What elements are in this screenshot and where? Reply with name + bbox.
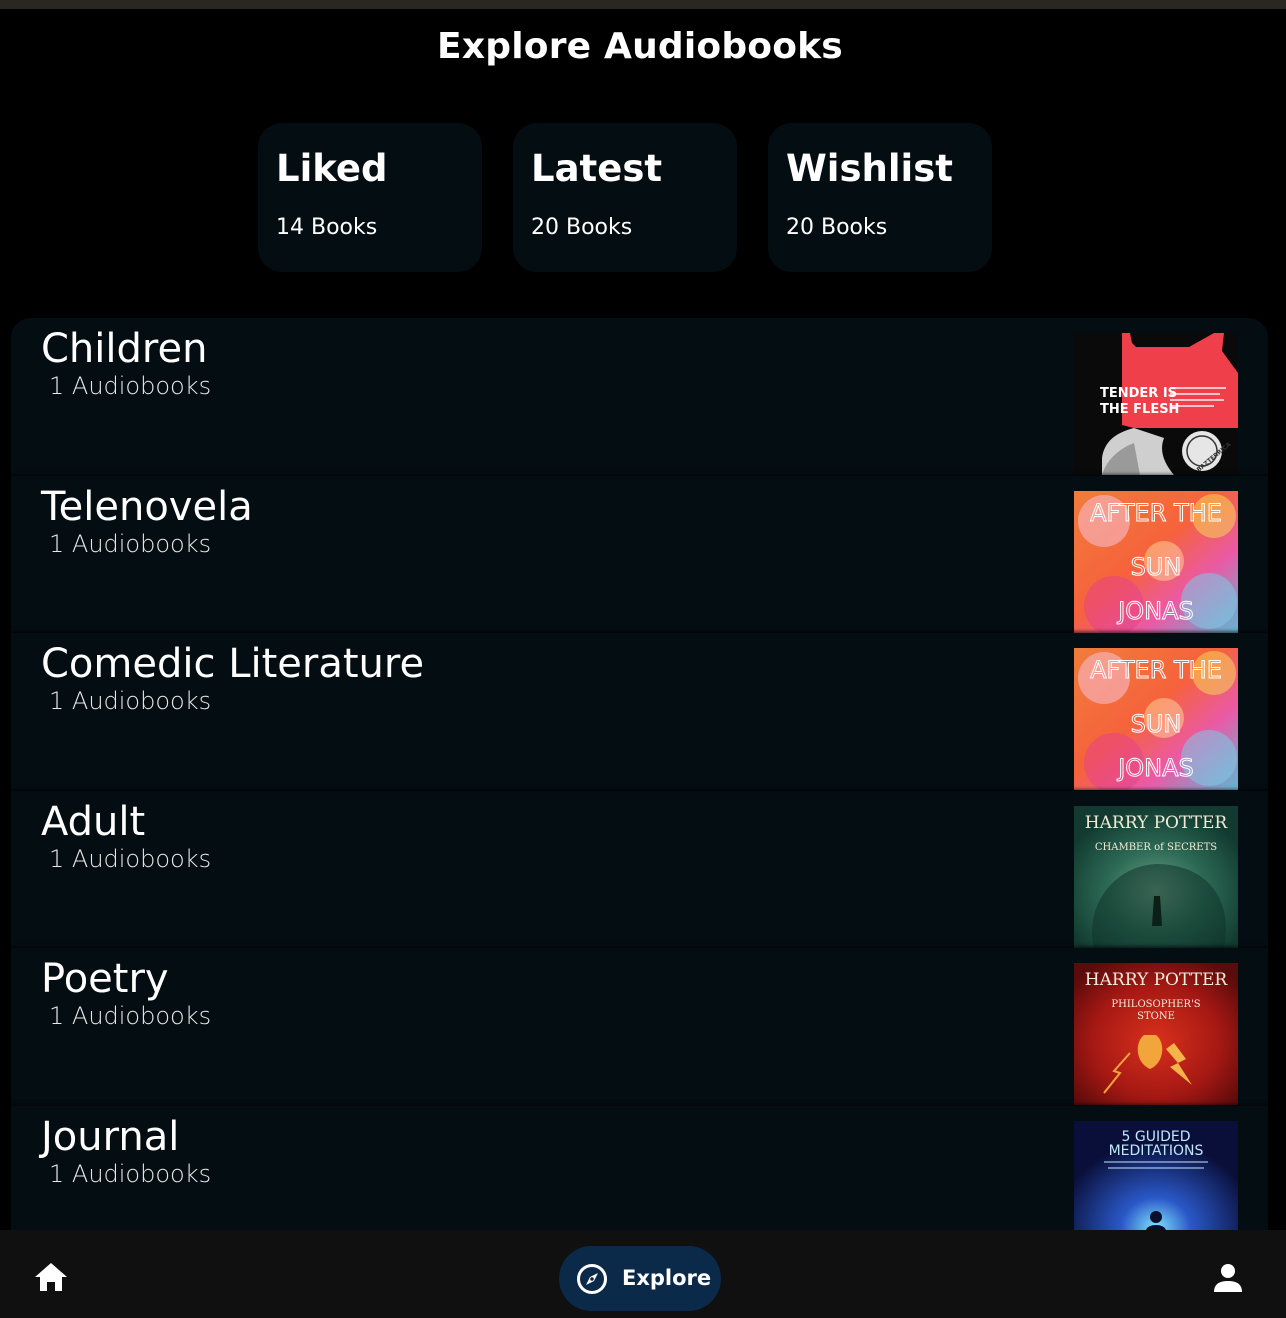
book-cover-image[interactable]: HARRY POTTER CHAMBER of SECRETS bbox=[1074, 806, 1238, 948]
genre-name: Children bbox=[41, 326, 208, 372]
collection-title: Latest bbox=[531, 147, 663, 190]
genre-row-telenovela[interactable]: Telenovela 1 Audiobooks AFTER THE SUN JO… bbox=[11, 476, 1268, 633]
cover-title: MEDITATIONS bbox=[1109, 1143, 1204, 1159]
collection-title: Wishlist bbox=[786, 147, 953, 190]
book-cover-image[interactable]: 5 GUIDED MEDITATIONS bbox=[1074, 1121, 1238, 1230]
cover-title: THE FLESH bbox=[1100, 402, 1179, 417]
genre-count: 1 Audiobooks bbox=[49, 845, 212, 873]
latest-collection-card[interactable]: Latest 20 Books bbox=[513, 123, 737, 272]
cover-title: HARRY POTTER bbox=[1085, 970, 1229, 990]
home-icon[interactable] bbox=[34, 1262, 68, 1292]
collection-title: Liked bbox=[276, 147, 388, 190]
page-title: Explore Audiobooks bbox=[437, 26, 843, 67]
genre-count: 1 Audiobooks bbox=[49, 1002, 212, 1030]
compass-icon bbox=[577, 1264, 607, 1294]
collection-count: 14 Books bbox=[276, 215, 378, 240]
cover-title: AFTER THE bbox=[1090, 656, 1222, 684]
cover-author: JONAS bbox=[1116, 597, 1194, 625]
window-top-strip bbox=[0, 0, 1286, 9]
genre-count: 1 Audiobooks bbox=[49, 372, 212, 400]
cover-title: SUN bbox=[1131, 553, 1182, 581]
collection-count: 20 Books bbox=[531, 215, 633, 240]
book-cover-image[interactable]: TENDER IS THE FLESH BAZTERRICA bbox=[1074, 333, 1238, 475]
bottom-navigation-bar: Explore bbox=[0, 1230, 1286, 1318]
genre-count: 1 Audiobooks bbox=[49, 687, 212, 715]
cover-title: STONE bbox=[1137, 1011, 1175, 1022]
genre-name: Comedic Literature bbox=[41, 641, 425, 687]
collection-count: 20 Books bbox=[786, 215, 888, 240]
book-cover-image[interactable]: AFTER THE SUN JONAS bbox=[1074, 648, 1238, 790]
cover-title: CHAMBER of SECRETS bbox=[1095, 842, 1217, 853]
book-cover-image[interactable]: AFTER THE SUN JONAS bbox=[1074, 491, 1238, 633]
cover-title: PHILOSOPHER'S bbox=[1111, 999, 1200, 1010]
genre-name: Adult bbox=[41, 799, 146, 845]
wishlist-collection-card[interactable]: Wishlist 20 Books bbox=[768, 123, 992, 272]
explore-nav-label: Explore bbox=[622, 1266, 712, 1290]
liked-collection-card[interactable]: Liked 14 Books bbox=[258, 123, 482, 272]
cover-title: SUN bbox=[1131, 710, 1182, 738]
genre-row-children[interactable]: Children 1 Audiobooks TENDER IS THE FLES… bbox=[11, 318, 1268, 475]
genre-row-journal[interactable]: Journal 1 Audiobooks 5 GUIDED MEDITATION… bbox=[11, 1106, 1268, 1230]
genre-row-comedic-literature[interactable]: Comedic Literature 1 Audiobooks AFTER TH… bbox=[11, 633, 1268, 790]
genre-count: 1 Audiobooks bbox=[49, 530, 212, 558]
genre-row-poetry[interactable]: Poetry 1 Audiobooks HARRY POTTER PHILOSO… bbox=[11, 948, 1268, 1105]
cover-author: JONAS bbox=[1116, 754, 1194, 782]
cover-title: AFTER THE bbox=[1090, 499, 1222, 527]
person-icon[interactable] bbox=[1212, 1262, 1244, 1294]
cover-title: TENDER IS bbox=[1100, 386, 1177, 401]
explore-nav-button[interactable]: Explore bbox=[559, 1246, 721, 1311]
genre-name: Telenovela bbox=[41, 484, 253, 530]
genre-list[interactable]: Children 1 Audiobooks TENDER IS THE FLES… bbox=[11, 318, 1268, 1230]
genre-count: 1 Audiobooks bbox=[49, 1160, 212, 1188]
genre-row-adult[interactable]: Adult 1 Audiobooks HARRY POTTER CHAMBER … bbox=[11, 791, 1268, 948]
genre-name: Journal bbox=[41, 1114, 180, 1160]
cover-title: HARRY POTTER bbox=[1085, 813, 1229, 833]
genre-name: Poetry bbox=[41, 956, 169, 1002]
book-cover-image[interactable]: HARRY POTTER PHILOSOPHER'S STONE bbox=[1074, 963, 1238, 1105]
